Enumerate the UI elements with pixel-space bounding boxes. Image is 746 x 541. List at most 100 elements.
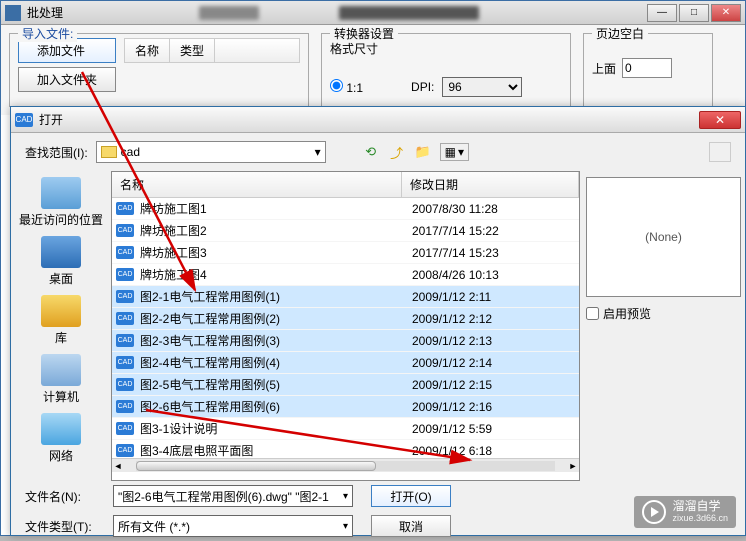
app-icon: [5, 5, 21, 21]
filetype-label: 文件类型(T):: [25, 518, 105, 535]
file-row[interactable]: CAD图2-5电气工程常用图例(5)2009/1/12 2:15: [112, 374, 579, 396]
folder-combo[interactable]: cad ▾: [96, 141, 326, 163]
file-date: 2007/8/30 11:28: [404, 202, 579, 216]
file-row[interactable]: CAD图2-3电气工程常用图例(3)2009/1/12 2:13: [112, 330, 579, 352]
folder-icon: [101, 146, 117, 158]
top-input[interactable]: [622, 58, 672, 78]
cad-file-icon: CAD: [116, 444, 134, 457]
open-button[interactable]: 打开(O): [371, 485, 451, 507]
scroll-right-icon[interactable]: ►: [567, 461, 579, 471]
file-row[interactable]: CAD图2-4电气工程常用图例(4)2009/1/12 2:14: [112, 352, 579, 374]
watermark: 溜溜自学 zixue.3d66.cn: [634, 496, 736, 528]
chevron-down-icon: ▾: [343, 521, 348, 532]
place-computer[interactable]: 计算机: [39, 352, 83, 407]
file-date: 2009/1/12 6:18: [404, 444, 579, 458]
file-row[interactable]: CAD图2-6电气工程常用图例(6)2009/1/12 2:16: [112, 396, 579, 418]
file-row[interactable]: CAD图3-1设计说明2009/1/12 5:59: [112, 418, 579, 440]
preview-toggle-icon[interactable]: [709, 142, 731, 162]
format-label: 格式尺寸: [330, 40, 562, 57]
blur-decoration: [199, 6, 259, 20]
file-list-header: 名称 修改日期: [112, 172, 579, 198]
cad-file-icon: CAD: [116, 356, 134, 369]
cad-file-icon: CAD: [116, 224, 134, 237]
file-row[interactable]: CAD图2-2电气工程常用图例(2)2009/1/12 2:12: [112, 308, 579, 330]
dpi-label: DPI:: [411, 80, 434, 94]
file-list[interactable]: 名称 修改日期 CAD牌坊施工图12007/8/30 11:28CAD牌坊施工图…: [111, 171, 580, 481]
col-date[interactable]: 修改日期: [402, 172, 579, 197]
file-row[interactable]: CAD图2-1电气工程常用图例(1)2009/1/12 2:11: [112, 286, 579, 308]
ratio-radio[interactable]: 1:1: [330, 79, 363, 95]
col-name[interactable]: 名称: [112, 172, 402, 197]
file-name: 牌坊施工图2: [138, 222, 404, 239]
margin-legend: 页边空白: [592, 25, 648, 42]
recent-icon: [41, 177, 81, 209]
file-row[interactable]: CAD牌坊施工图32017/7/14 15:23: [112, 242, 579, 264]
main-titlebar[interactable]: 批处理 — □ ✕: [1, 1, 745, 25]
cad-file-icon: CAD: [116, 268, 134, 281]
network-icon: [41, 413, 81, 445]
import-group: 导入文件: 添加文件 加入文件夹 名称 类型: [9, 33, 309, 107]
margin-group: 页边空白 上面: [583, 33, 713, 107]
dialog-toolbar: 查找范围(I): cad ▾ ⟲ ⤴ 📁 ▦▾: [11, 133, 745, 171]
scroll-left-icon[interactable]: ◄: [112, 461, 124, 471]
file-name: 图2-3电气工程常用图例(3): [138, 332, 404, 349]
back-icon[interactable]: ⟲: [362, 143, 380, 161]
play-icon: [642, 500, 666, 524]
computer-icon: [41, 354, 81, 386]
file-row[interactable]: CAD图3-4底层电照平面图2009/1/12 6:18: [112, 440, 579, 458]
close-button[interactable]: ✕: [711, 4, 741, 22]
cad-file-icon: CAD: [116, 422, 134, 435]
places-bar: 最近访问的位置 桌面 库 计算机 网络: [11, 171, 111, 481]
converter-group: 转换器设置 格式尺寸 1:1 DPI: 96: [321, 33, 571, 107]
file-rows[interactable]: CAD牌坊施工图12007/8/30 11:28CAD牌坊施工图22017/7/…: [112, 198, 579, 458]
filename-combo[interactable]: "图2-6电气工程常用图例(6).dwg" "图2-1▾: [113, 485, 353, 507]
file-date: 2009/1/12 2:15: [404, 378, 579, 392]
place-library[interactable]: 库: [39, 293, 83, 348]
h-scrollbar[interactable]: ◄ ►: [112, 458, 579, 472]
new-folder-icon[interactable]: 📁: [414, 143, 432, 161]
cad-file-icon: CAD: [116, 290, 134, 303]
filetype-combo[interactable]: 所有文件 (*.*)▾: [113, 515, 353, 537]
col-type[interactable]: 类型: [170, 39, 215, 62]
cancel-button[interactable]: 取消: [371, 515, 451, 537]
top-label: 上面: [592, 60, 616, 77]
file-name: 图2-2电气工程常用图例(2): [138, 310, 404, 327]
dialog-close-button[interactable]: ✕: [699, 111, 741, 129]
file-row[interactable]: CAD牌坊施工图42008/4/26 10:13: [112, 264, 579, 286]
converter-legend: 转换器设置: [330, 25, 398, 42]
file-name: 图2-5电气工程常用图例(5): [138, 376, 404, 393]
dpi-select[interactable]: 96: [442, 77, 522, 97]
main-title: 批处理: [27, 4, 195, 21]
file-name: 图2-6电气工程常用图例(6): [138, 398, 404, 415]
dialog-titlebar[interactable]: CAD 打开 ✕: [11, 107, 745, 133]
cad-file-icon: CAD: [116, 400, 134, 413]
file-row[interactable]: CAD牌坊施工图22017/7/14 15:22: [112, 220, 579, 242]
cad-file-icon: CAD: [116, 246, 134, 259]
minimize-button[interactable]: —: [647, 4, 677, 22]
cad-file-icon: CAD: [116, 202, 134, 215]
scroll-thumb[interactable]: [136, 461, 376, 471]
blur-decoration: [339, 6, 479, 20]
file-name: 牌坊施工图4: [138, 266, 404, 283]
add-folder-button[interactable]: 加入文件夹: [18, 67, 116, 92]
file-name: 图3-1设计说明: [138, 420, 404, 437]
cad-file-icon: CAD: [116, 334, 134, 347]
place-recent[interactable]: 最近访问的位置: [17, 175, 105, 230]
chevron-down-icon: ▾: [458, 145, 464, 159]
file-row[interactable]: CAD 牌坊施工图12007/8/30 11:28: [112, 198, 579, 220]
dialog-title: 打开: [39, 111, 699, 128]
main-body: 导入文件: 添加文件 加入文件夹 名称 类型 转换器设置 格式尺寸 1:1 DP…: [1, 25, 745, 115]
maximize-button[interactable]: □: [679, 4, 709, 22]
file-name: 牌坊施工图1: [138, 200, 404, 217]
place-network[interactable]: 网络: [39, 411, 83, 466]
up-icon[interactable]: ⤴: [388, 143, 406, 161]
file-date: 2009/1/12 2:14: [404, 356, 579, 370]
dialog-main: 最近访问的位置 桌面 库 计算机 网络 名称 修改日期 CAD牌坊施工图1200…: [11, 171, 745, 481]
folder-name: cad: [121, 145, 140, 159]
place-desktop[interactable]: 桌面: [39, 234, 83, 289]
view-menu[interactable]: ▦▾: [440, 143, 469, 161]
col-name[interactable]: 名称: [125, 39, 170, 62]
watermark-brand: 溜溜自学: [672, 500, 728, 513]
enable-preview-checkbox[interactable]: 启用预览: [586, 305, 739, 322]
chevron-down-icon: ▾: [315, 145, 321, 159]
